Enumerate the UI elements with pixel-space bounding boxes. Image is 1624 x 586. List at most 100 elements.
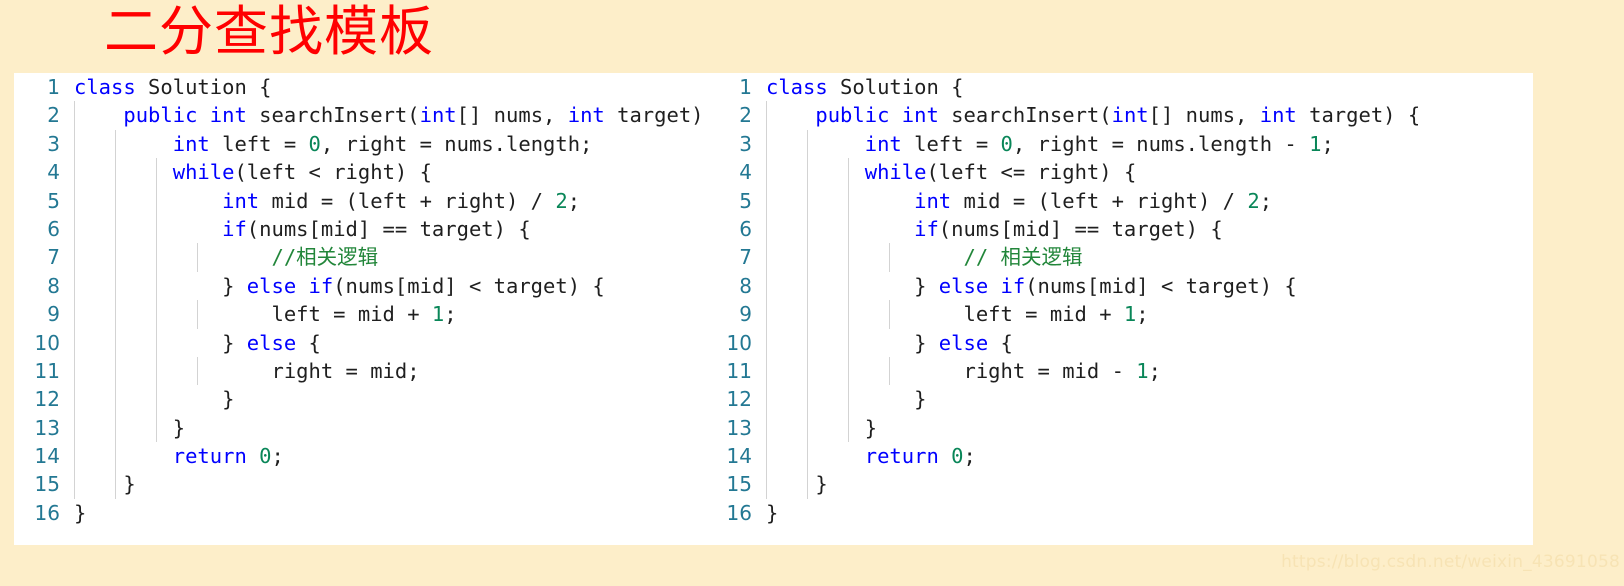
code-row: 14 return 0; <box>14 442 702 470</box>
code-row: 9 left = mid + 1; <box>14 300 702 328</box>
line-number: 9 <box>739 302 752 327</box>
line-number: 15 <box>34 472 60 497</box>
code-text: int left = 0, right = nums.length - 1; <box>864 131 1334 156</box>
line-number: 1 <box>739 75 752 99</box>
left-code-panel: 1 class Solution { 2 public int searchIn… <box>14 73 702 545</box>
code-text: right = mid - 1; <box>766 358 1161 383</box>
code-text: } else if(nums[mid] < target) { <box>74 273 605 298</box>
line-number: 11 <box>726 358 752 383</box>
code-row: 2 public int searchInsert(int[] nums, in… <box>14 101 702 129</box>
line-number: 3 <box>739 131 752 156</box>
code-text: int mid = (left + right) / 2; <box>914 188 1273 213</box>
watermark: https://blog.csdn.net/weixin_43691058 <box>1281 552 1620 572</box>
line-number: 8 <box>47 273 60 298</box>
line-number: 2 <box>739 103 752 128</box>
right-code-panel: 1 class Solution { 2 public int searchIn… <box>702 73 1533 545</box>
line-number: 10 <box>34 330 60 355</box>
code-text: if(nums[mid] == target) { <box>914 216 1223 241</box>
line-number: 5 <box>739 188 752 213</box>
code-row: 15 } <box>702 470 1533 498</box>
code-text: } <box>74 415 186 440</box>
page-title: 二分查找模板 <box>104 0 434 63</box>
code-row: 10 } else { <box>702 329 1533 357</box>
code-text: } <box>766 500 779 525</box>
code-row: 2 public int searchInsert(int[] nums, in… <box>702 101 1533 129</box>
code-row: 12 } <box>14 385 702 413</box>
line-number: 16 <box>726 500 752 525</box>
code-text: left = mid + 1; <box>766 302 1149 327</box>
code-row: 9 left = mid + 1; <box>702 300 1533 328</box>
line-number: 13 <box>726 415 752 440</box>
code-row: 12 } <box>702 385 1533 413</box>
code-row: 8 } else if(nums[mid] < target) { <box>702 272 1533 300</box>
code-text: } else if(nums[mid] < target) { <box>766 273 1297 298</box>
line-number: 11 <box>34 358 60 383</box>
code-text: class Solution { <box>766 75 964 99</box>
code-comparison-container: 1 class Solution { 2 public int searchIn… <box>14 73 1533 545</box>
code-row: 4 while(left <= right) { <box>702 158 1533 186</box>
code-row: 16 } <box>702 499 1533 527</box>
code-row: 14 return 0; <box>702 442 1533 470</box>
code-text: } else { <box>74 330 321 355</box>
code-row: 5 int mid = (left + right) / 2; <box>14 187 702 215</box>
code-row: 6 if(nums[mid] == target) { <box>14 215 702 243</box>
line-number: 3 <box>47 131 60 156</box>
code-text: } else { <box>766 330 1013 355</box>
code-row: 5 int mid = (left + right) / 2; <box>702 187 1533 215</box>
line-number: 4 <box>47 160 60 185</box>
code-row: 1 class Solution { <box>702 73 1533 101</box>
code-row: 7 // 相关逻辑 <box>702 243 1533 271</box>
line-number: 15 <box>726 472 752 497</box>
line-number: 12 <box>34 387 60 412</box>
code-row: 11 right = mid - 1; <box>702 357 1533 385</box>
line-number: 1 <box>47 75 60 99</box>
line-number: 7 <box>47 245 60 270</box>
code-text: public int searchInsert(int[] nums, int … <box>815 103 1421 128</box>
code-row: 16 } <box>14 499 702 527</box>
code-row: 3 int left = 0, right = nums.length - 1; <box>702 130 1533 158</box>
code-text: } <box>766 387 927 412</box>
line-number: 9 <box>47 302 60 327</box>
code-text: left = mid + 1; <box>74 302 457 327</box>
code-row: 10 } else { <box>14 329 702 357</box>
line-number: 5 <box>47 188 60 213</box>
code-row: 8 } else if(nums[mid] < target) { <box>14 272 702 300</box>
code-text: } <box>74 500 87 525</box>
code-text: class Solution { <box>74 75 272 99</box>
code-row: 6 if(nums[mid] == target) { <box>702 215 1533 243</box>
line-number: 14 <box>726 444 752 469</box>
line-number: 8 <box>739 273 752 298</box>
code-text: // 相关逻辑 <box>963 245 1083 270</box>
code-text: int mid = (left + right) / 2; <box>222 188 581 213</box>
code-text: right = mid; <box>74 358 420 383</box>
line-number: 16 <box>34 500 60 525</box>
line-number: 2 <box>47 103 60 128</box>
code-row: 4 while(left < right) { <box>14 158 702 186</box>
code-text: return 0; <box>172 444 284 469</box>
line-number: 4 <box>739 160 752 185</box>
code-text: public int searchInsert(int[] nums, int … <box>123 103 702 128</box>
line-number: 14 <box>34 444 60 469</box>
code-text: int left = 0, right = nums.length; <box>172 131 593 156</box>
code-row: 1 class Solution { <box>14 73 702 101</box>
code-text: } <box>74 387 235 412</box>
code-text: while(left < right) { <box>172 160 432 185</box>
line-number: 7 <box>739 245 752 270</box>
code-text: return 0; <box>864 444 976 469</box>
code-text: //相关逻辑 <box>271 245 379 270</box>
line-number: 12 <box>726 387 752 412</box>
line-number: 6 <box>739 216 752 241</box>
code-row: 11 right = mid; <box>14 357 702 385</box>
code-row: 3 int left = 0, right = nums.length; <box>14 130 702 158</box>
code-row: 15 } <box>14 470 702 498</box>
code-text: } <box>74 472 136 497</box>
code-text: if(nums[mid] == target) { <box>222 216 531 241</box>
code-row: 13 } <box>14 414 702 442</box>
code-text: } <box>766 415 878 440</box>
code-text: } <box>766 472 828 497</box>
line-number: 6 <box>47 216 60 241</box>
code-row: 7 //相关逻辑 <box>14 243 702 271</box>
code-text: while(left <= right) { <box>864 160 1137 185</box>
line-number: 13 <box>34 415 60 440</box>
line-number: 10 <box>726 330 752 355</box>
